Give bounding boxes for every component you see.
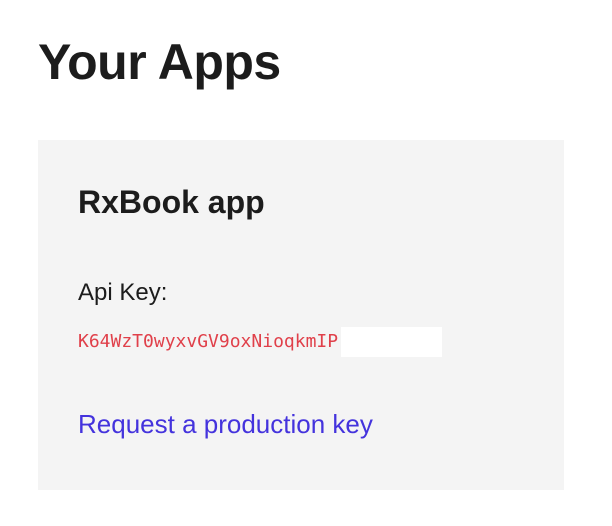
- api-key-value[interactable]: K64WzT0wyxvGV9oxNioqkmIP: [78, 326, 338, 358]
- api-key-row: K64WzT0wyxvGV9oxNioqkmIP: [78, 326, 443, 358]
- app-name: RxBook app: [78, 184, 265, 220]
- page-title: Your Apps: [38, 34, 281, 90]
- api-key-label: Api Key:: [78, 279, 168, 306]
- api-key-redaction-box: [341, 327, 443, 357]
- app-card: RxBook app Api Key: K64WzT0wyxvGV9oxNioq…: [38, 140, 564, 490]
- request-production-key-link[interactable]: Request a production key: [78, 407, 373, 441]
